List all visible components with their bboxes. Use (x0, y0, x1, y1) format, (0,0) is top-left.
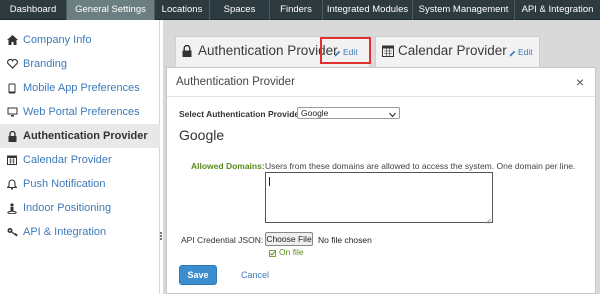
sidebar-item-mobile-app-preferences[interactable]: Mobile App Preferences (0, 76, 160, 100)
tab-api-integration[interactable]: API & Integration (515, 0, 600, 20)
panel-title: Calendar Provider (382, 43, 507, 58)
heart-icon (6, 58, 18, 70)
pencil-icon (509, 49, 516, 56)
edit-highlight-box (320, 37, 371, 64)
lock-icon (182, 44, 194, 57)
panel-title: Authentication Provider (182, 43, 338, 58)
tab-locations[interactable]: Locations (155, 0, 209, 20)
api-credential-label: API Credential JSON: (181, 235, 264, 245)
panel-calendar-provider: Calendar Provider Edit (375, 36, 540, 68)
sidebar-item-label: Calendar Provider (23, 154, 112, 166)
sidebar-item-calendar-provider[interactable]: Calendar Provider (0, 148, 160, 172)
sidebar: Company Info Branding Mobile App Prefere… (0, 20, 160, 294)
lock-icon (6, 130, 18, 142)
allowed-domains-label: Allowed Domains: (191, 161, 265, 171)
home-icon (6, 34, 18, 46)
sidebar-item-label: Authentication Provider (23, 130, 148, 142)
provider-heading: Google (179, 127, 225, 143)
sidebar-item-web-portal-preferences[interactable]: Web Portal Preferences (0, 100, 160, 124)
panel-title-text: Authentication Provider (198, 43, 338, 58)
tab-integrated-modules[interactable]: Integrated Modules (323, 0, 412, 20)
tab-spaces[interactable]: Spaces (210, 0, 269, 20)
close-icon[interactable]: × (576, 74, 584, 90)
chevron-down-icon (389, 110, 396, 118)
monitor-icon (6, 106, 18, 118)
sidebar-item-label: Mobile App Preferences (23, 82, 140, 94)
edit-label: Edit (518, 47, 533, 57)
sidebar-item-api-integration[interactable]: API & Integration (0, 220, 160, 244)
provider-select-value: Google (301, 108, 329, 118)
choose-file-button[interactable]: Choose File (265, 232, 313, 246)
calendar-icon (6, 154, 18, 166)
sidebar-item-branding[interactable]: Branding (0, 52, 160, 76)
resize-grip-icon[interactable] (485, 215, 491, 224)
tab-general-settings[interactable]: General Settings (67, 0, 154, 20)
on-file-indicator: On file (269, 247, 304, 257)
select-provider-label: Select Authentication Provider: (179, 109, 306, 119)
modal-header: Authentication Provider × (167, 68, 595, 97)
key-icon (6, 226, 18, 238)
sidebar-item-company-info[interactable]: Company Info (0, 28, 160, 52)
save-button[interactable]: Save (179, 265, 217, 285)
sidebar-item-push-notification[interactable]: Push Notification (0, 172, 160, 196)
file-status-text: No file chosen (318, 235, 372, 245)
tab-finders[interactable]: Finders (270, 0, 322, 20)
cancel-button[interactable]: Cancel (241, 270, 269, 280)
sidebar-item-authentication-provider[interactable]: Authentication Provider (0, 124, 160, 148)
on-file-label: On file (279, 247, 304, 257)
sidebar-item-indoor-positioning[interactable]: Indoor Positioning (0, 196, 160, 220)
checkbox-checked-icon (269, 249, 276, 257)
tab-dashboard[interactable]: Dashboard (0, 0, 66, 20)
sidebar-item-label: API & Integration (23, 226, 107, 238)
modal-title: Authentication Provider (176, 76, 295, 88)
sidebar-item-label: Branding (23, 58, 68, 70)
bell-icon (6, 178, 18, 190)
tab-system-management[interactable]: System Management (413, 0, 514, 20)
sidebar-item-label: Push Notification (23, 178, 106, 190)
allowed-domains-help: Users from these domains are allowed to … (265, 161, 576, 171)
edit-calendar-link[interactable]: Edit (509, 47, 533, 57)
allowed-domains-textarea[interactable] (265, 172, 493, 224)
provider-select[interactable]: Google (297, 107, 400, 119)
sidebar-item-label: Web Portal Preferences (23, 106, 140, 118)
phone-icon (6, 82, 18, 94)
panel-title-text: Calendar Provider (398, 43, 507, 58)
authentication-provider-modal: Authentication Provider × Select Authent… (166, 67, 596, 294)
text-caret (269, 177, 270, 186)
sidebar-item-label: Indoor Positioning (23, 202, 112, 214)
person-pin-icon (6, 202, 18, 214)
sidebar-item-label: Company Info (23, 34, 92, 46)
calendar-icon (382, 45, 394, 57)
top-navigation: Dashboard General Settings Locations Spa… (0, 0, 600, 20)
